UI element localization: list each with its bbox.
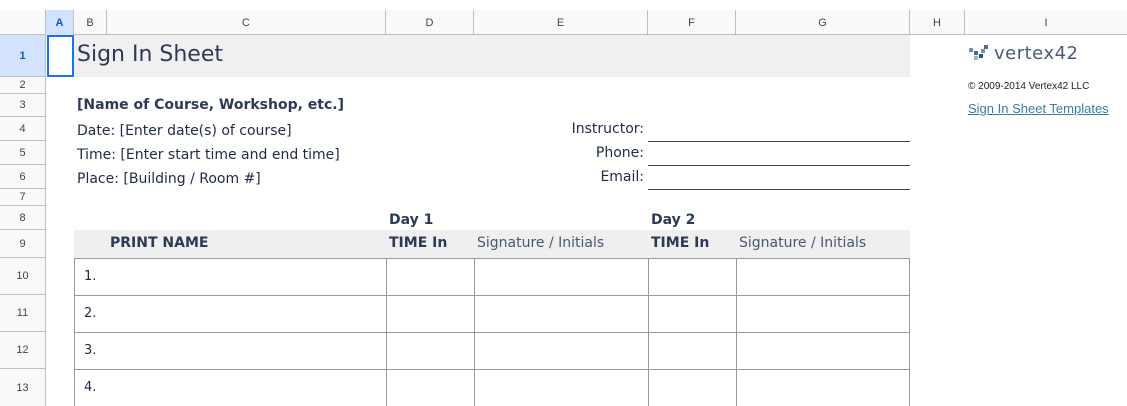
vertex42-logo-text: vertex42 [994, 42, 1079, 64]
row-header-1[interactable]: 1 [0, 35, 46, 77]
time-line[interactable]: Time: [Enter start time and end time] [77, 147, 340, 163]
table-row-number[interactable]: 4. [84, 380, 96, 395]
selected-cell-a1[interactable] [47, 35, 74, 77]
row-header-4[interactable]: 4 [0, 117, 46, 141]
row-header-12[interactable]: 12 [0, 332, 46, 369]
table-border-top [74, 258, 910, 259]
select-all-corner[interactable] [0, 10, 46, 35]
column-header-a[interactable]: A [46, 10, 74, 35]
row-header-5[interactable]: 5 [0, 141, 46, 165]
column-header-i[interactable]: I [965, 10, 1127, 35]
row-header-2[interactable]: 2 [0, 77, 46, 94]
table-border-right [909, 258, 910, 406]
place-line[interactable]: Place: [Building / Room #] [77, 171, 261, 187]
row-header-13[interactable]: 13 [0, 369, 46, 406]
day2-time-in-header: TIME In [651, 235, 710, 251]
table-divider-g [736, 258, 737, 406]
templates-link[interactable]: Sign In Sheet Templates [968, 101, 1109, 116]
copyright-text: © 2009-2014 Vertex42 LLC [968, 81, 1090, 92]
row-header-7[interactable]: 7 [0, 189, 46, 206]
column-header-f[interactable]: F [648, 10, 736, 35]
phone-field[interactable] [648, 165, 910, 166]
sheet-title: Sign In Sheet [77, 42, 224, 67]
day2-signature-header: Signature / Initials [739, 235, 867, 251]
row-header-6[interactable]: 6 [0, 165, 46, 189]
table-row-number[interactable]: 3. [84, 343, 96, 358]
column-header-h[interactable]: H [910, 10, 965, 35]
table-divider-f [648, 258, 649, 406]
table-row-number[interactable]: 1. [84, 269, 96, 284]
email-label: Email: [600, 169, 644, 185]
table-divider-d [386, 258, 387, 406]
table-rule-1 [74, 295, 910, 296]
column-header-c[interactable]: C [107, 10, 386, 35]
row-header-3[interactable]: 3 [0, 94, 46, 117]
column-header-d[interactable]: D [386, 10, 474, 35]
vertex42-logo[interactable]: vertex42 [968, 41, 1098, 65]
course-name[interactable]: [Name of Course, Workshop, etc.] [77, 97, 344, 113]
column-header-b[interactable]: B [74, 10, 107, 35]
vertex42-logo-icon [969, 45, 988, 60]
table-divider-e [474, 258, 475, 406]
date-line[interactable]: Date: [Enter date(s) of course] [77, 123, 292, 139]
row-header-10[interactable]: 10 [0, 258, 46, 295]
row-header-9[interactable]: 9 [0, 230, 46, 258]
table-rule-3 [74, 369, 910, 370]
row-header-11[interactable]: 11 [0, 295, 46, 332]
table-border-left [74, 258, 75, 406]
day2-label: Day 2 [651, 212, 696, 228]
day1-label: Day 1 [389, 212, 434, 228]
column-header-g[interactable]: G [736, 10, 910, 35]
table-row-number[interactable]: 2. [84, 306, 96, 321]
row-header-8[interactable]: 8 [0, 206, 46, 230]
day1-signature-header: Signature / Initials [477, 235, 605, 251]
day1-time-in-header: TIME In [389, 235, 448, 251]
email-field[interactable] [648, 189, 910, 190]
phone-label: Phone: [595, 145, 644, 161]
print-name-header: PRINT NAME [110, 235, 209, 251]
column-header-e[interactable]: E [474, 10, 648, 35]
table-rule-2 [74, 332, 910, 333]
instructor-field[interactable] [648, 141, 910, 142]
instructor-label: Instructor: [571, 121, 644, 137]
